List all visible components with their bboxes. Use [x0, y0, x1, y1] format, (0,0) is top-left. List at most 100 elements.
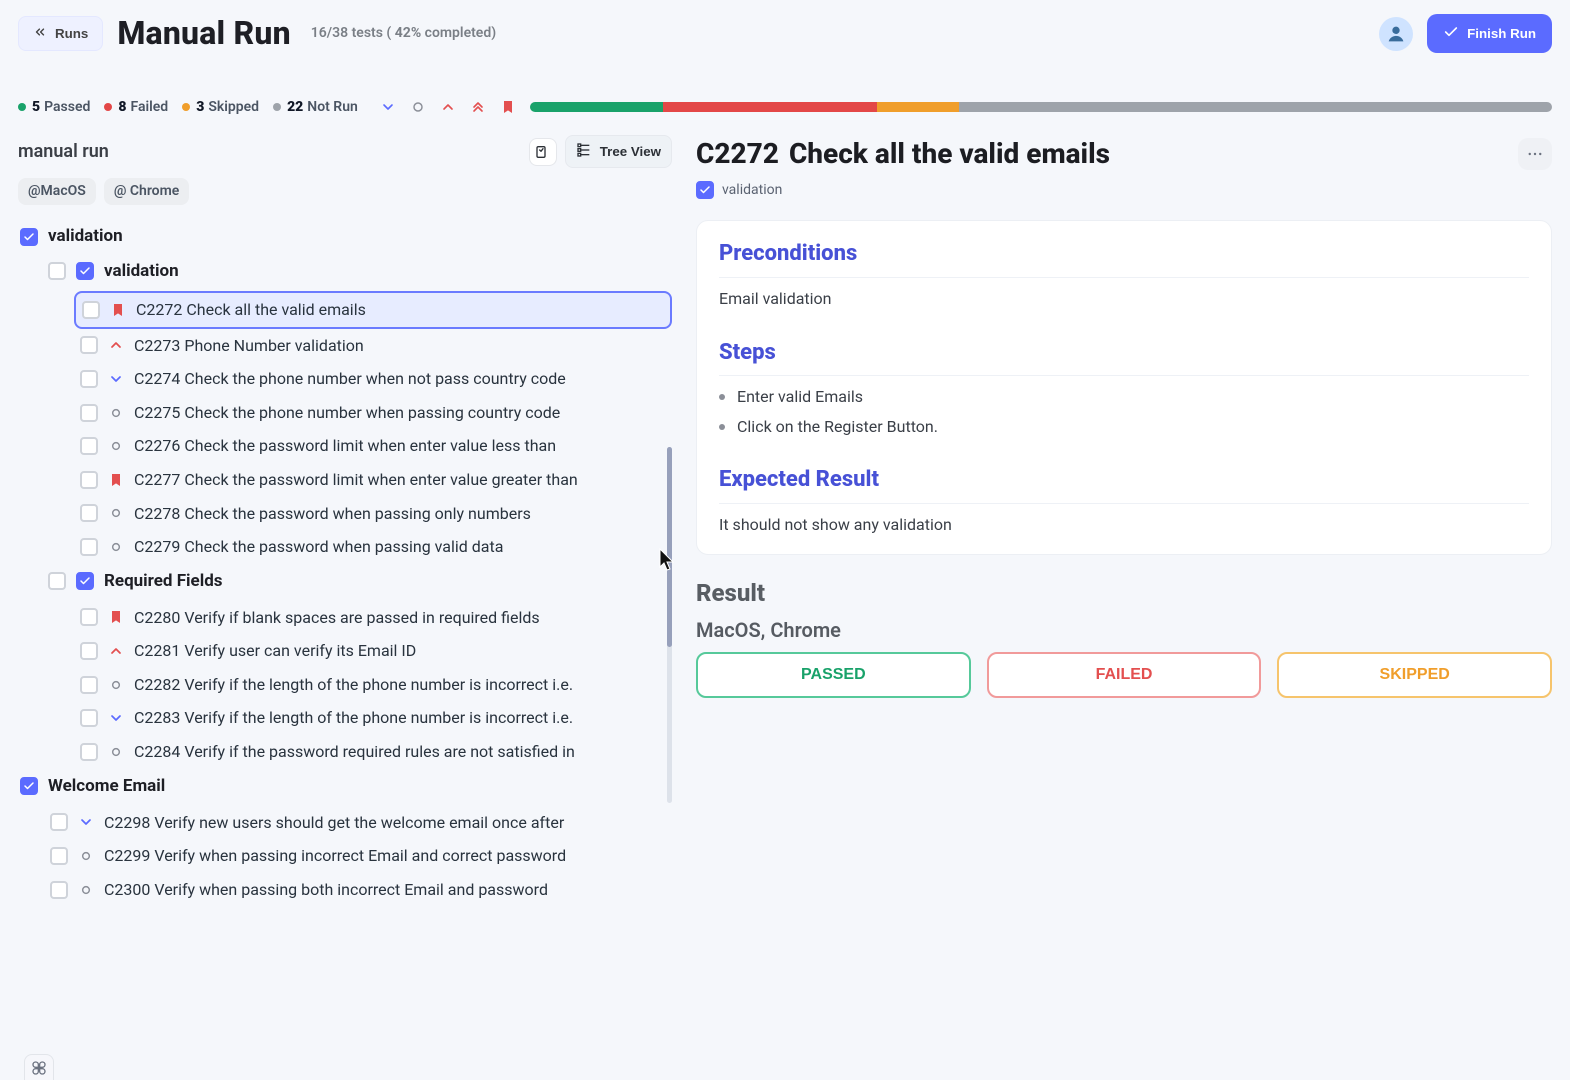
result-skipped-button[interactable]: SKIPPED [1277, 652, 1552, 698]
checkbox[interactable] [50, 881, 68, 899]
test-title: C2279 Check the password when passing va… [134, 536, 503, 558]
test-title: C2276 Check the password limit when ente… [134, 435, 556, 457]
section-label: validation [48, 225, 123, 248]
checkbox[interactable] [20, 777, 38, 795]
test-title: C2272 Check all the valid emails [136, 299, 366, 321]
checkbox[interactable] [80, 538, 98, 556]
check-icon [1443, 24, 1459, 43]
test-row[interactable]: C2278 Check the password when passing on… [74, 497, 672, 531]
checkbox[interactable] [80, 404, 98, 422]
result-passed-button[interactable]: PASSED [696, 652, 971, 698]
test-row[interactable]: C2272 Check all the valid emails [74, 291, 672, 329]
finish-run-button[interactable]: Finish Run [1427, 14, 1552, 53]
page-subcounter: 16/38 tests ( 42% completed) [311, 24, 496, 43]
checkbox[interactable] [80, 743, 98, 761]
crumb-label: validation [722, 181, 782, 200]
checkbox[interactable] [82, 301, 100, 319]
test-row[interactable]: C2298 Verify new users should get the we… [44, 806, 672, 840]
checkbox[interactable] [80, 709, 98, 727]
case-title: C2272 Check all the valid emails [696, 135, 1552, 173]
cursor-icon [659, 548, 677, 578]
case-code: C2272 [696, 135, 779, 173]
details-card: Preconditions Email validation Steps Ent… [696, 220, 1552, 554]
filter-icons [378, 97, 518, 117]
breadcrumb: validation [696, 181, 782, 200]
steps-list: Enter valid Emails Click on the Register… [719, 386, 1529, 437]
status-icon [108, 539, 124, 555]
checkbox[interactable] [80, 336, 98, 354]
checkbox[interactable] [48, 572, 66, 590]
test-row[interactable]: C2281 Verify user can verify its Email I… [74, 634, 672, 668]
progress-bar [530, 102, 1552, 112]
avatar[interactable] [1379, 17, 1413, 51]
checkbox[interactable] [76, 262, 94, 280]
more-menu[interactable] [1518, 138, 1552, 170]
top-bar: Runs Manual Run 16/38 tests ( 42% comple… [18, 12, 1552, 55]
page-title: Manual Run [117, 12, 290, 55]
chip-macos[interactable]: @MacOS [18, 178, 96, 205]
result-failed-button[interactable]: FAILED [987, 652, 1262, 698]
right-panel: C2272 Check all the valid emails validat… [688, 135, 1552, 906]
section-label: validation [104, 260, 179, 283]
scrollbar-track[interactable] [667, 447, 672, 803]
test-title: C2273 Phone Number validation [134, 335, 364, 357]
counter-percent: 42% [395, 25, 421, 41]
test-row[interactable]: C2276 Check the password limit when ente… [74, 429, 672, 463]
checkbox[interactable] [76, 572, 94, 590]
checkbox[interactable] [20, 228, 38, 246]
test-row[interactable]: C2274 Check the phone number when not pa… [74, 362, 672, 396]
double-chevron-up-icon[interactable] [468, 97, 488, 117]
status-icon [108, 438, 124, 454]
test-row[interactable]: C2284 Verify if the password required ru… [74, 735, 672, 769]
checkbox[interactable] [80, 676, 98, 694]
checkbox[interactable] [48, 262, 66, 280]
status-icon [108, 643, 124, 659]
treeview-label: Tree View [600, 144, 661, 159]
bookmark-icon[interactable] [498, 97, 518, 117]
step-item: Click on the Register Button. [719, 416, 1529, 438]
checkbox[interactable] [80, 504, 98, 522]
test-title: C2277 Check the password limit when ente… [134, 469, 578, 491]
checkbox[interactable] [80, 608, 98, 626]
test-title: C2282 Verify if the length of the phone … [134, 674, 573, 696]
section-header[interactable]: validation [46, 254, 672, 289]
checkbox[interactable] [50, 847, 68, 865]
checkbox[interactable] [80, 370, 98, 388]
treeview-toggle[interactable]: Tree View [565, 135, 672, 168]
counter-passed: 5Passed [18, 98, 90, 117]
test-row[interactable]: C2300 Verify when passing both incorrect… [44, 873, 672, 907]
test-row[interactable]: C2277 Check the password limit when ente… [74, 463, 672, 497]
counter-word: tests [352, 25, 383, 41]
steps-heading: Steps [719, 338, 1529, 377]
dropdown-icon[interactable] [378, 97, 398, 117]
section-header[interactable]: Welcome Email [18, 769, 672, 804]
status-icon [108, 472, 124, 488]
section-header[interactable]: validation [18, 219, 672, 254]
left-title: manual run [18, 140, 109, 164]
checkbox[interactable] [80, 471, 98, 489]
test-title: C2283 Verify if the length of the phone … [134, 707, 573, 729]
test-title: C2281 Verify user can verify its Email I… [134, 640, 416, 662]
status-icon [108, 677, 124, 693]
checkbox[interactable] [80, 642, 98, 660]
chip-chrome[interactable]: @ Chrome [104, 178, 189, 205]
test-row[interactable]: C2280 Verify if blank spaces are passed … [74, 601, 672, 635]
section-header[interactable]: Required Fields [46, 564, 672, 599]
checklist-toggle[interactable] [529, 138, 557, 166]
checkbox[interactable] [80, 437, 98, 455]
test-row[interactable]: C2275 Check the phone number when passin… [74, 396, 672, 430]
test-row[interactable]: C2283 Verify if the length of the phone … [74, 701, 672, 735]
test-row[interactable]: C2279 Check the password when passing va… [74, 530, 672, 564]
chevron-up-icon[interactable] [438, 97, 458, 117]
test-row[interactable]: C2282 Verify if the length of the phone … [74, 668, 672, 702]
test-row[interactable]: C2273 Phone Number validation [74, 329, 672, 363]
case-title-text: Check all the valid emails [789, 135, 1110, 173]
section-label: Required Fields [104, 570, 223, 593]
back-button[interactable]: Runs [18, 16, 103, 51]
command-palette-icon[interactable] [24, 1054, 54, 1080]
expected-heading: Expected Result [719, 465, 1529, 504]
test-row[interactable]: C2299 Verify when passing incorrect Emai… [44, 839, 672, 873]
checkbox[interactable] [50, 813, 68, 831]
summary-bar: 5Passed 8Failed 3Skipped 22Not Run [18, 97, 1552, 117]
circle-icon[interactable] [408, 97, 428, 117]
